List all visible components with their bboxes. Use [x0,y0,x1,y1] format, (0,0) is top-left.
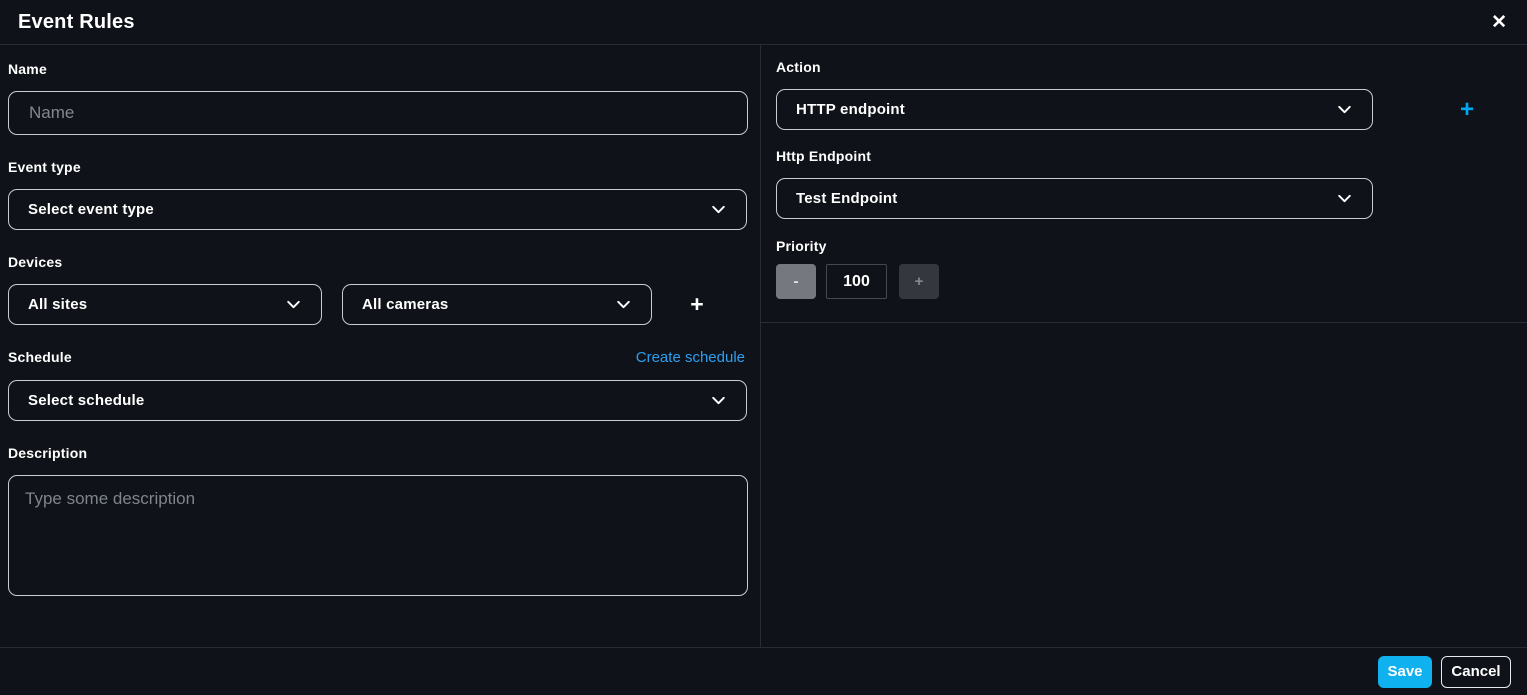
description-textarea[interactable] [8,475,748,596]
chevron-down-icon [615,296,632,313]
http-endpoint-label: Http Endpoint [776,148,1527,164]
dialog-footer: Save Cancel [0,647,1527,695]
action-select[interactable]: HTTP endpoint [776,89,1373,130]
action-pane: Action HTTP endpoint + [761,45,1527,647]
priority-decrement-button[interactable]: - [776,264,816,299]
event-type-label: Event type [8,159,747,175]
plus-icon: + [1460,96,1474,123]
name-label: Name [8,61,747,77]
action-field-group: Action HTTP endpoint + [776,59,1527,130]
dialog-header: Event Rules ✕ [0,0,1527,45]
schedule-label: Schedule [8,349,72,365]
plus-icon: + [690,291,703,317]
minus-icon: - [794,273,799,290]
chevron-down-icon [710,201,727,218]
event-type-select[interactable]: Select event type [8,189,747,230]
schedule-field-group: Schedule Create schedule Select schedule [8,349,747,421]
plus-icon: + [915,273,924,290]
chevron-down-icon [1336,101,1353,118]
http-endpoint-field-group: Http Endpoint Test Endpoint [776,148,1527,219]
priority-field-group: Priority - + [776,238,1527,299]
add-device-button[interactable]: + [676,293,718,316]
event-rules-dialog: Event Rules ✕ Name Event type Select eve… [0,0,1527,695]
devices-field-group: Devices All sites All cameras [8,254,747,325]
schedule-select[interactable]: Select schedule [8,380,747,421]
sites-select[interactable]: All sites [8,284,322,325]
action-label: Action [776,59,1527,75]
devices-label: Devices [8,254,747,270]
priority-input[interactable] [826,264,887,299]
cancel-button[interactable]: Cancel [1441,656,1511,688]
save-button[interactable]: Save [1378,656,1432,688]
name-field-group: Name [8,61,747,135]
priority-stepper: - + [776,264,1527,299]
priority-label: Priority [776,238,1527,254]
chevron-down-icon [1336,190,1353,207]
chevron-down-icon [285,296,302,313]
sites-value: All sites [28,296,87,313]
create-schedule-link[interactable]: Create schedule [636,349,745,366]
http-endpoint-select[interactable]: Test Endpoint [776,178,1373,219]
event-type-value: Select event type [28,201,154,218]
cameras-select[interactable]: All cameras [342,284,652,325]
cameras-value: All cameras [362,296,448,313]
schedule-value: Select schedule [28,392,144,409]
event-type-field-group: Event type Select event type [8,159,747,230]
action-section: Action HTTP endpoint + [761,45,1527,323]
description-field-group: Description [8,445,747,601]
action-value: HTTP endpoint [796,101,905,118]
add-action-button[interactable]: + [1460,98,1474,122]
description-label: Description [8,445,747,461]
dialog-title: Event Rules [18,11,135,34]
rule-settings-pane: Name Event type Select event type Device… [0,45,761,647]
http-endpoint-value: Test Endpoint [796,190,897,207]
priority-increment-button[interactable]: + [899,264,939,299]
dialog-body: Name Event type Select event type Device… [0,45,1527,647]
chevron-down-icon [710,392,727,409]
name-input[interactable] [8,91,748,135]
close-icon[interactable]: ✕ [1489,11,1509,34]
